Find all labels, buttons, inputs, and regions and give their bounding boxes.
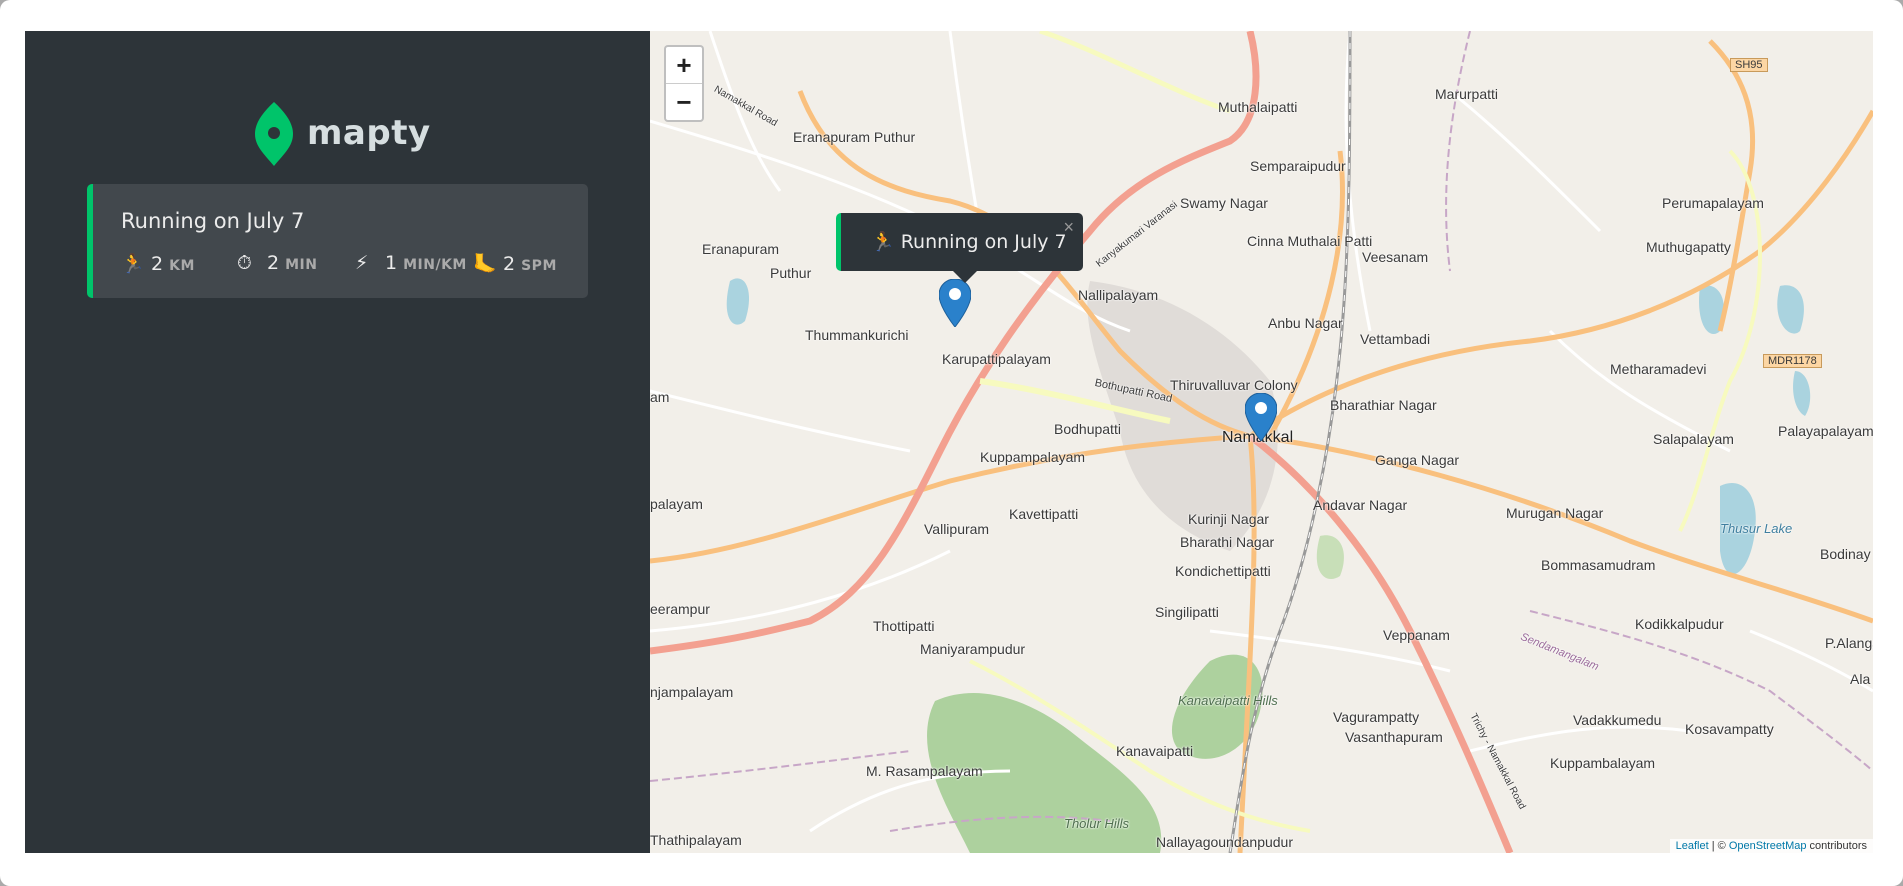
zoom-out-button[interactable]: − (666, 83, 702, 120)
place-label: Andavar Nagar (1313, 497, 1408, 513)
road-shield: SH95 (1730, 58, 1768, 72)
place-label: Thummankurichi (805, 327, 909, 343)
popup-tip (953, 271, 977, 283)
stopwatch-icon: ⏱ (237, 252, 252, 274)
map[interactable]: Eranapuram Puthur Muthalaipatti Marurpat… (650, 31, 1873, 853)
close-icon[interactable]: × (1063, 217, 1074, 238)
cadence-unit: SPM (521, 258, 557, 274)
place-label: P.Alangar (1825, 635, 1873, 651)
place-label: Bharathiar Nagar (1330, 397, 1437, 413)
zoom-in-button[interactable]: + (666, 47, 702, 83)
duration-value: 2 (267, 252, 280, 274)
footprint-icon: 🦶 (473, 253, 497, 275)
workout-popup[interactable]: 🏃 Running on July 7 × (836, 213, 1083, 283)
place-label: Maniyarampudur (920, 641, 1026, 657)
map-marker-icon[interactable] (939, 279, 971, 327)
place-label: Vallipuram (924, 521, 990, 537)
place-label: Vagurampatty (1333, 709, 1420, 725)
place-label: Marurpatti (1435, 86, 1499, 102)
lightning-icon: ⚡ (355, 252, 369, 274)
sidebar: mapty Running on July 7 🏃 2 KM ⏱ 2 MIN ⚡… (25, 31, 650, 853)
place-label: Kodikkalpudur (1635, 616, 1724, 632)
duration-unit: MIN (285, 257, 318, 273)
popup-text: 🏃 Running on July 7 (871, 231, 1067, 253)
place-label: Thottipatti (873, 618, 935, 634)
place-label: Thiruvalluvar Colony (1170, 377, 1298, 393)
cadence-value: 2 (503, 253, 516, 275)
place-label: Ganga Nagar (1375, 452, 1460, 468)
attribution-suffix: contributors (1806, 840, 1867, 852)
place-label: Nallipalayam (1078, 287, 1159, 303)
place-label: Vettambadi (1360, 331, 1431, 347)
area-label: Tholur Hills (1064, 816, 1130, 831)
place-label: Karupattipalayam (942, 351, 1051, 367)
app-name: mapty (307, 113, 431, 153)
place-label: Puthur (770, 265, 812, 281)
place-label: am (650, 389, 670, 405)
place-label: eerampur (650, 601, 710, 617)
map-attribution: Leaflet | © OpenStreetMap contributors (1669, 839, 1873, 853)
logo: mapty (255, 100, 431, 166)
workout-title: Running on July 7 (121, 209, 305, 233)
zoom-control: + − (664, 45, 704, 122)
place-label: Eranapuram (702, 241, 780, 257)
place-label: Cinna Muthalai Patti (1247, 233, 1373, 249)
place-label: Vadakkumedu (1573, 712, 1662, 728)
app-frame: mapty Running on July 7 🏃 2 KM ⏱ 2 MIN ⚡… (0, 0, 1903, 886)
place-label: Murugan Nagar (1506, 505, 1604, 521)
place-label: M. Rasampalayam (866, 763, 983, 779)
road-shield: MDR1178 (1763, 354, 1822, 368)
place-label: Semparaipudur (1250, 158, 1346, 174)
stat-cadence: 🦶 2 SPM (473, 252, 557, 275)
place-label: Nallayagoundanpudur (1156, 834, 1293, 850)
place-label: Eranapuram Puthur (793, 129, 916, 145)
place-label: Bodinay (1820, 546, 1871, 562)
place-label: Kuppampalayam (980, 449, 1086, 465)
place-label: Veppanam (1383, 627, 1450, 643)
place-label: Muthalaipatti (1218, 99, 1298, 115)
place-label: Bodhupatti (1054, 421, 1121, 437)
place-label: Bommasamudram (1541, 557, 1656, 573)
map-marker-icon[interactable] (1245, 393, 1277, 441)
place-label: Kanavaipatti (1116, 743, 1194, 759)
running-icon: 🏃 (121, 253, 145, 275)
stat-pace: ⚡ 1 MIN/KM (355, 252, 467, 274)
place-label: Metharamadevi (1610, 361, 1707, 377)
workout-item[interactable]: Running on July 7 🏃 2 KM ⏱ 2 MIN ⚡ 1 MIN… (87, 184, 588, 298)
place-label: Bharathi Nagar (1180, 534, 1275, 550)
pace-unit: MIN/KM (403, 257, 467, 273)
distance-unit: KM (169, 258, 195, 274)
attribution-separator: | © (1708, 840, 1729, 852)
place-label: Kuppambalayam (1550, 755, 1656, 771)
place-label: Salapalayam (1653, 431, 1734, 447)
pace-value: 1 (385, 252, 398, 274)
leaflet-link[interactable]: Leaflet (1676, 840, 1709, 852)
place-label: Vasanthapuram (1345, 729, 1443, 745)
place-label: Anbu Nagar (1268, 315, 1343, 331)
place-label: njampalayam (650, 684, 734, 700)
area-label: Kanavaipatti Hills (1178, 693, 1278, 708)
place-label: Ala (1850, 671, 1871, 687)
place-label: Singilipatti (1155, 604, 1219, 620)
place-label: Kosavampatty (1685, 721, 1774, 737)
place-label: Perumapalayam (1662, 195, 1764, 211)
distance-value: 2 (151, 253, 164, 275)
stat-duration: ⏱ 2 MIN (237, 252, 317, 274)
place-label: Thathipalayam (650, 832, 742, 848)
place-label: Kurinji Nagar (1188, 511, 1269, 527)
place-label: Swamy Nagar (1180, 195, 1268, 211)
place-label: Muthugapatty (1646, 239, 1731, 255)
place-label: Palayapalayam (1778, 423, 1873, 439)
place-label: palayam (650, 496, 703, 512)
osm-link[interactable]: OpenStreetMap (1729, 840, 1807, 852)
stat-distance: 🏃 2 KM (121, 252, 195, 275)
place-label: Veesanam (1362, 249, 1429, 265)
place-label: Kavettipatti (1009, 506, 1079, 522)
area-label: Thusur Lake (1720, 521, 1793, 536)
map-pin-logo-icon (255, 102, 293, 166)
place-label: Kondichettipatti (1175, 563, 1271, 579)
